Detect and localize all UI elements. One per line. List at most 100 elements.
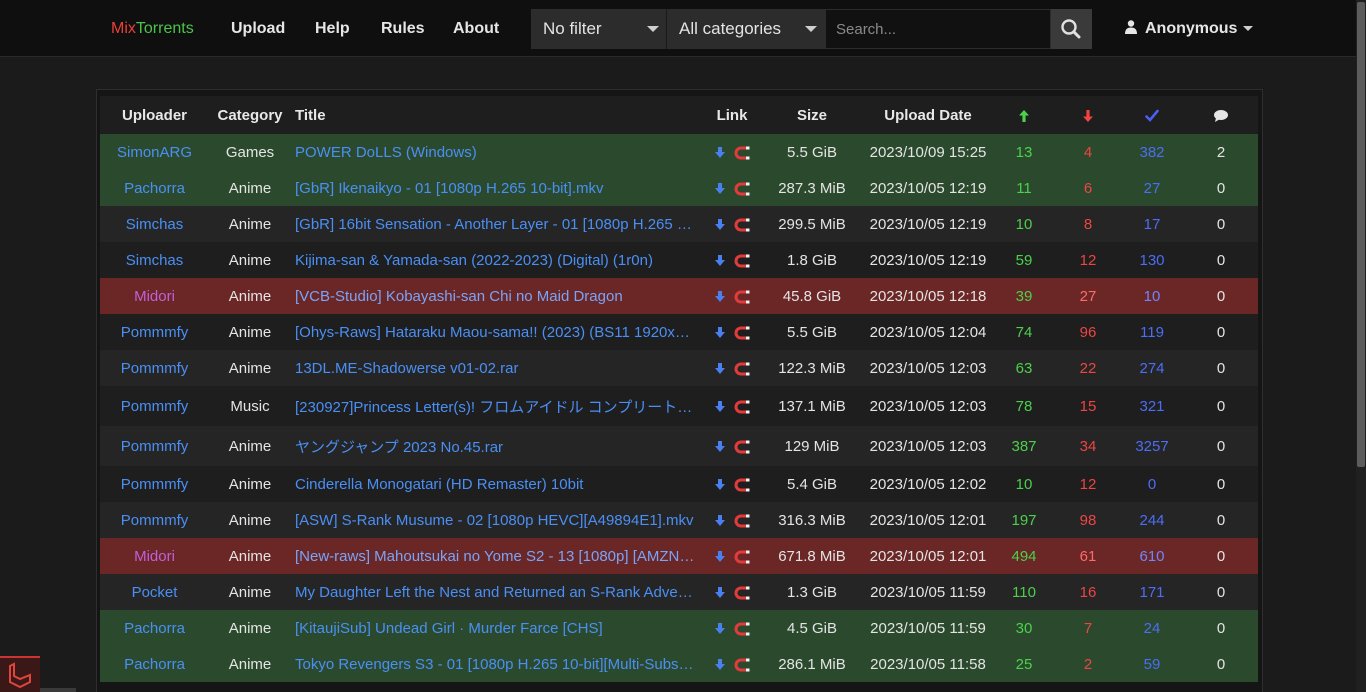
- nav-help-link[interactable]: Help: [315, 20, 350, 38]
- search-button[interactable]: [1051, 9, 1092, 49]
- category-select[interactable]: All categories: [666, 9, 825, 49]
- category-label: Anime: [228, 179, 272, 197]
- torrent-title-link[interactable]: [GbR] 16bit Sensation - Another Layer - …: [291, 206, 704, 242]
- header-date[interactable]: Upload Date: [864, 96, 992, 134]
- uploader-link[interactable]: Pachorra: [100, 170, 209, 206]
- download-button[interactable]: [714, 324, 725, 341]
- chevron-down-icon: [805, 26, 817, 32]
- category-label: Anime: [228, 583, 272, 601]
- uploader-link[interactable]: Pommmfy: [100, 314, 209, 350]
- download-button[interactable]: [714, 288, 725, 305]
- torrent-title-link[interactable]: [ASW] S-Rank Musume - 02 [1080p HEVC][A4…: [291, 502, 704, 538]
- download-button[interactable]: [714, 144, 725, 161]
- magnet-button[interactable]: [725, 360, 750, 377]
- upload-date: 2023/10/05 11:59: [870, 583, 986, 601]
- header-comments[interactable]: [1184, 96, 1258, 134]
- header-uploader[interactable]: Uploader: [100, 96, 209, 134]
- magnet-button[interactable]: [725, 180, 750, 197]
- header-title[interactable]: Title: [291, 96, 704, 134]
- download-button[interactable]: [714, 360, 725, 377]
- seeders-count: 197: [1011, 511, 1037, 529]
- uploader-link[interactable]: Simchas: [100, 242, 209, 278]
- uploader-link[interactable]: Midori: [100, 538, 209, 574]
- header-category[interactable]: Category: [209, 96, 291, 134]
- uploader-link[interactable]: Pachorra: [100, 646, 209, 682]
- magnet-icon: [734, 658, 749, 672]
- uploader-link[interactable]: Pommmfy: [100, 466, 209, 502]
- uploader-link[interactable]: Pommmfy: [100, 350, 209, 386]
- scrollbar-thumb[interactable]: [1357, 2, 1365, 467]
- magnet-button[interactable]: [725, 476, 750, 493]
- nav-about-link[interactable]: About: [453, 20, 499, 38]
- header-completed[interactable]: [1120, 96, 1184, 134]
- download-icon: [714, 658, 725, 670]
- uploader-link[interactable]: Midori: [100, 278, 209, 314]
- torrent-title-link[interactable]: [VCB-Studio] Kobayashi-san Chi no Maid D…: [291, 278, 704, 314]
- uploader-link[interactable]: Pocket: [100, 574, 209, 610]
- magnet-button[interactable]: [725, 144, 750, 161]
- uploader-link[interactable]: Simchas: [100, 206, 209, 242]
- user-menu[interactable]: Anonymous: [1123, 20, 1254, 38]
- download-button[interactable]: [714, 584, 725, 601]
- download-button[interactable]: [714, 252, 725, 269]
- torrent-title-link[interactable]: [KitaujiSub] Undead Girl · Murder Farce …: [291, 610, 704, 646]
- page-scrollbar[interactable]: [1356, 0, 1366, 692]
- uploader-link[interactable]: Pommmfy: [100, 426, 209, 466]
- magnet-button[interactable]: [725, 620, 750, 637]
- completed-count: 24: [1143, 619, 1161, 637]
- torrent-title-link[interactable]: Kijima-san & Yamada-san (2022-2023) (Dig…: [291, 242, 704, 278]
- download-button[interactable]: [714, 656, 725, 673]
- debug-toolbar-tab[interactable]: [0, 656, 40, 692]
- magnet-icon: [734, 478, 749, 492]
- torrent-title-link[interactable]: 13DL.ME-Shadowerse v01-02.rar: [291, 350, 704, 386]
- torrent-title-link[interactable]: ヤングジャンプ 2023 No.45.rar: [291, 426, 704, 466]
- torrent-title-link[interactable]: [230927]Princess Letter(s)! フロムアイドル コンプリ…: [291, 386, 704, 426]
- torrent-title-link[interactable]: [Ohys-Raws] Hataraku Maou-sama!! (2023) …: [291, 314, 704, 350]
- magnet-button[interactable]: [725, 216, 750, 233]
- torrent-title-link[interactable]: Tokyo Revengers S3 - 01 [1080p H.265 10-…: [291, 646, 704, 682]
- magnet-button[interactable]: [725, 252, 750, 269]
- download-button[interactable]: [714, 438, 725, 455]
- magnet-button[interactable]: [725, 656, 750, 673]
- magnet-button[interactable]: [725, 438, 750, 455]
- completed-count: 130: [1139, 251, 1165, 269]
- uploader-link[interactable]: Pommmfy: [100, 502, 209, 538]
- comments-count: 2: [1216, 143, 1226, 161]
- header-leechers[interactable]: [1056, 96, 1120, 134]
- download-button[interactable]: [714, 512, 725, 529]
- magnet-button[interactable]: [725, 398, 750, 415]
- magnet-button[interactable]: [725, 324, 750, 341]
- filter-select[interactable]: No filter: [531, 9, 667, 49]
- torrent-title-link[interactable]: [New-raws] Mahoutsukai no Yome S2 - 13 […: [291, 538, 704, 574]
- torrent-title-link[interactable]: POWER DoLLS (Windows): [291, 134, 704, 170]
- upload-date: 2023/10/05 12:19: [869, 251, 987, 269]
- uploader-link[interactable]: Pommmfy: [100, 386, 209, 426]
- nav-rules-link[interactable]: Rules: [381, 20, 425, 38]
- user-icon: [1125, 20, 1137, 35]
- brand-logo[interactable]: MixTorrents: [111, 20, 194, 38]
- download-button[interactable]: [714, 180, 725, 197]
- chevron-down-icon: [647, 26, 659, 32]
- download-button[interactable]: [714, 398, 725, 415]
- search-input[interactable]: [825, 9, 1051, 49]
- magnet-button[interactable]: [725, 512, 750, 529]
- nav-upload-link[interactable]: Upload: [231, 20, 285, 38]
- torrent-title-link[interactable]: [GbR] Ikenaikyo - 01 [1080p H.265 10-bit…: [291, 170, 704, 206]
- download-button[interactable]: [714, 620, 725, 637]
- torrent-title-link[interactable]: My Daughter Left the Nest and Returned a…: [291, 574, 704, 610]
- magnet-button[interactable]: [725, 584, 750, 601]
- uploader-link[interactable]: SimonARG: [100, 134, 209, 170]
- download-button[interactable]: [714, 476, 725, 493]
- completed-count: 59: [1143, 655, 1161, 673]
- download-button[interactable]: [714, 548, 725, 565]
- magnet-icon: [734, 146, 749, 160]
- uploader-link[interactable]: Pachorra: [100, 610, 209, 646]
- header-size[interactable]: Size: [760, 96, 864, 134]
- download-button[interactable]: [714, 216, 725, 233]
- category-label: Anime: [228, 655, 272, 673]
- magnet-button[interactable]: [725, 288, 750, 305]
- header-seeders[interactable]: [992, 96, 1056, 134]
- download-icon: [714, 182, 725, 194]
- magnet-button[interactable]: [725, 548, 750, 565]
- torrent-title-link[interactable]: Cinderella Monogatari (HD Remaster) 10bi…: [291, 466, 704, 502]
